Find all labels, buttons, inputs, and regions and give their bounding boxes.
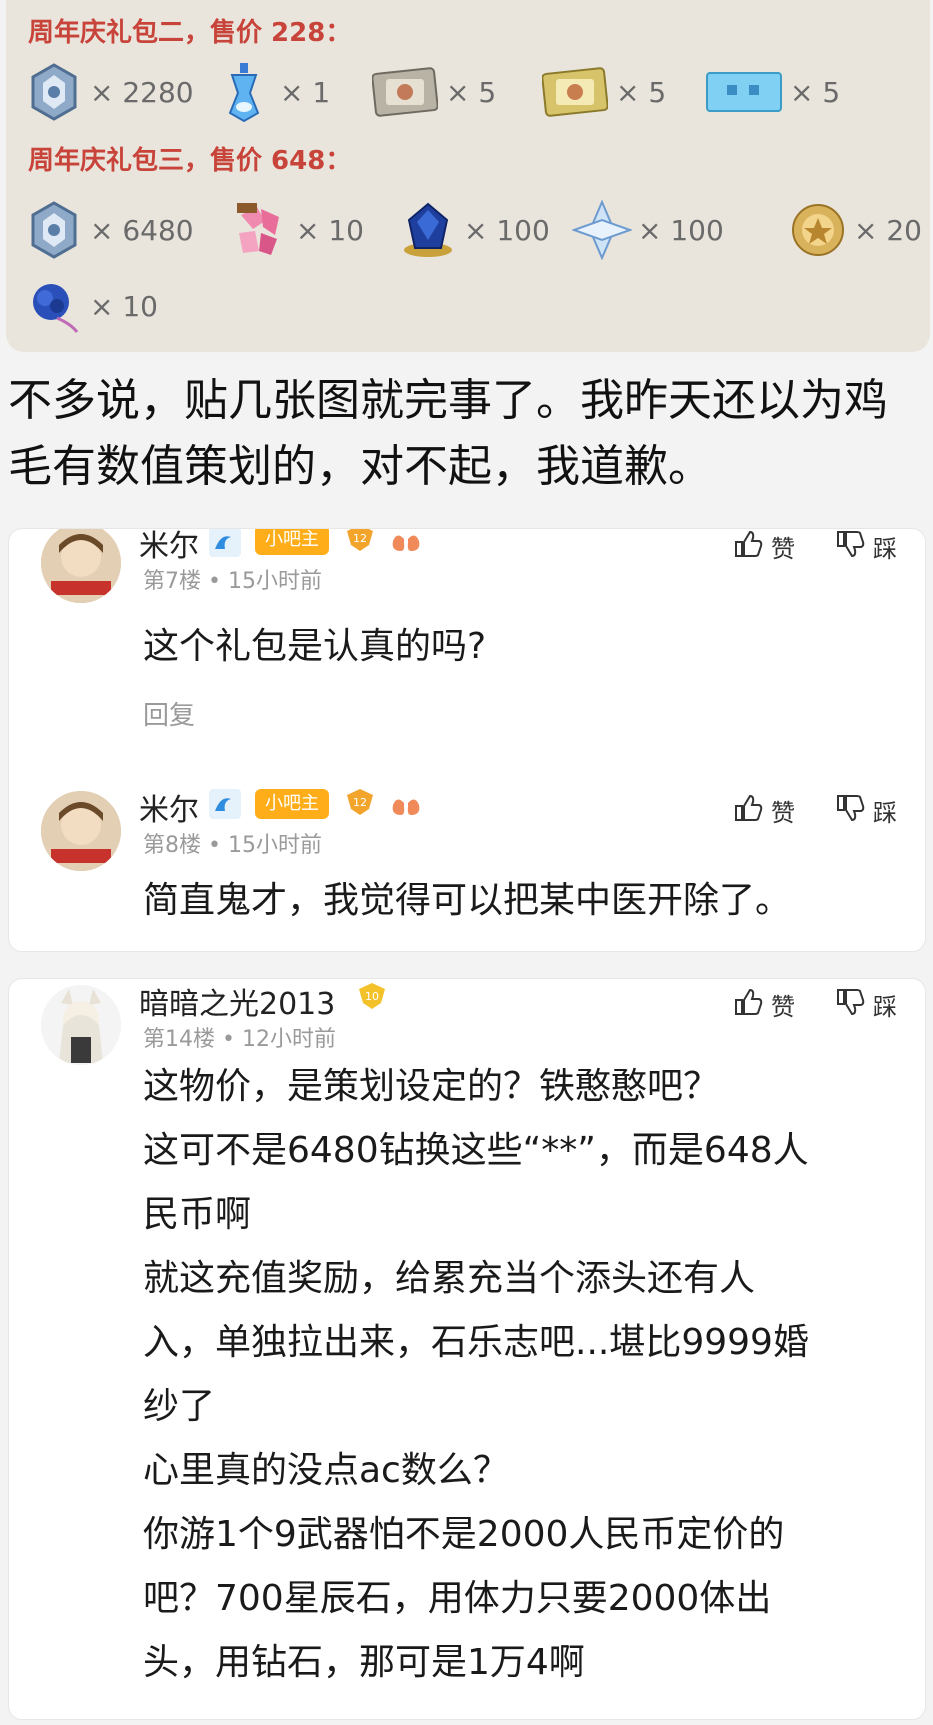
comment-line: 你游1个9武器怕不是2000人民币定价的 <box>143 1514 785 1555</box>
level-badge-icon: 12 <box>343 787 377 821</box>
post-body: 不多说，贴几张图就完事了。我昨天还以为鸡毛有数值策划的，对不起，我道歉。 <box>8 375 888 492</box>
comment-line: 吧？700星辰石，用体力只要2000体出 <box>143 1578 772 1619</box>
username[interactable]: 暗暗之光2013 <box>139 979 335 1023</box>
comment-floor-14: 暗暗之光2013 10 赞 踩 第14楼 • 12小时前 这物价，是策划设定的？… <box>9 979 925 1719</box>
thumbs-down-icon <box>835 794 865 828</box>
pack3-item: × 100 <box>572 200 724 260</box>
like-button[interactable]: 赞 <box>733 987 795 1022</box>
thumbs-up-icon <box>733 988 763 1022</box>
pack2-item: × 5 <box>370 62 496 122</box>
comment-line: 就这充值奖励，给累充当个添头还有人 <box>143 1258 756 1299</box>
avatar[interactable] <box>41 791 121 871</box>
bar-master-badge: 小吧主 <box>255 529 329 555</box>
crystal-icon <box>24 200 84 260</box>
floor-meta: 第14楼 • 12小时前 <box>143 1027 336 1052</box>
avatar[interactable] <box>41 529 121 603</box>
wave-icon <box>209 789 241 823</box>
like-button[interactable]: 赞 <box>733 529 795 564</box>
comment-line: 这可不是6480钻换这些“**”，而是648人 <box>143 1130 809 1171</box>
comment-card: 米尔 小吧主 12 赞 踩 第7楼 • 15小时前 这个礼包是认真的吗? 回复 … <box>8 528 926 952</box>
blue-rose-icon <box>24 276 84 336</box>
thumbs-up-icon <box>733 530 763 564</box>
pack3-item: × 6480 <box>24 200 194 260</box>
comment-line: 纱了 <box>143 1386 216 1427</box>
avatar[interactable] <box>41 985 121 1065</box>
pack3-item: × 100 <box>398 200 550 260</box>
gold-medal-icon <box>788 200 848 260</box>
floor-meta: 第8楼 • 15小时前 <box>143 833 322 858</box>
star-diamond-icon <box>572 200 632 260</box>
comment-floor-8: 米尔 小吧主 12 赞 踩 第8楼 • 15小时前 简直鬼才，我觉得可以把某中医… <box>9 785 925 951</box>
floor-meta: 第7楼 • 15小时前 <box>143 569 322 594</box>
comment-text: 这物价，是策划设定的？铁憨憨吧？ 这可不是6480钻换这些“**”，而是648人… <box>143 1055 923 1695</box>
gift-pack-image: 周年庆礼包二，售价 228： × 2280 × 1 × 5 × 5 × 5 周年… <box>6 0 930 352</box>
comment-text: 简直鬼才，我觉得可以把某中医开除了。 <box>143 880 792 921</box>
thumbs-down-icon <box>835 530 865 564</box>
gold-ticket-icon <box>540 62 610 122</box>
pack3-item: × 20 <box>788 200 922 260</box>
pack3-title: 周年庆礼包三，售价 648： <box>28 146 352 176</box>
ticket-card-icon <box>370 62 440 122</box>
pack2-item: × 5 <box>540 62 666 122</box>
comment-line: 民币啊 <box>143 1194 252 1235</box>
username[interactable]: 米尔 <box>139 785 199 829</box>
svg-text:10: 10 <box>365 990 379 1003</box>
comment-floor-7: 米尔 小吧主 12 赞 踩 第7楼 • 15小时前 这个礼包是认真的吗? 回复 <box>9 529 925 739</box>
pack3-item: × 10 <box>24 276 158 336</box>
lungs-icon <box>389 529 423 559</box>
wave-icon <box>209 529 241 561</box>
username[interactable]: 米尔 <box>139 529 199 565</box>
dislike-button[interactable]: 踩 <box>835 529 897 564</box>
comment-card: 暗暗之光2013 10 赞 踩 第14楼 • 12小时前 这物价，是策划设定的？… <box>8 978 926 1720</box>
comment-line: 这物价，是策划设定的？铁憨憨吧？ <box>143 1066 720 1107</box>
fragment-icon <box>230 200 290 260</box>
level-badge-icon: 12 <box>343 529 377 557</box>
comment-text: 这个礼包是认真的吗? <box>143 626 487 667</box>
pack3-item: × 10 <box>230 200 364 260</box>
svg-text:12: 12 <box>353 532 367 545</box>
svg-text:12: 12 <box>353 796 367 809</box>
like-button[interactable]: 赞 <box>733 793 795 828</box>
blue-gem-icon <box>398 200 458 260</box>
blue-ticket-icon <box>704 62 784 122</box>
thumbs-up-icon <box>733 794 763 828</box>
dislike-button[interactable]: 踩 <box>835 793 897 828</box>
pack2-item: × 1 <box>214 62 330 123</box>
pack2-item: × 2280 <box>24 62 194 122</box>
reply-link[interactable]: 回复 <box>143 695 195 732</box>
comment-line: 心里真的没点ac数么？ <box>143 1450 509 1491</box>
bar-master-badge: 小吧主 <box>255 789 329 819</box>
crystal-icon <box>24 62 84 122</box>
comment-line: 头，用钻石，那可是1万4啊 <box>143 1642 585 1683</box>
lungs-icon <box>389 789 423 823</box>
dislike-button[interactable]: 踩 <box>835 987 897 1022</box>
pack2-title: 周年庆礼包二，售价 228： <box>28 18 352 48</box>
pack2-item: × 5 <box>704 62 840 122</box>
potion-icon <box>214 62 274 123</box>
level-badge-icon: 10 <box>355 981 389 1015</box>
comment-line: 入，单独拉出来，石乐志吧...堪比9999婚 <box>143 1322 809 1363</box>
thumbs-down-icon <box>835 988 865 1022</box>
